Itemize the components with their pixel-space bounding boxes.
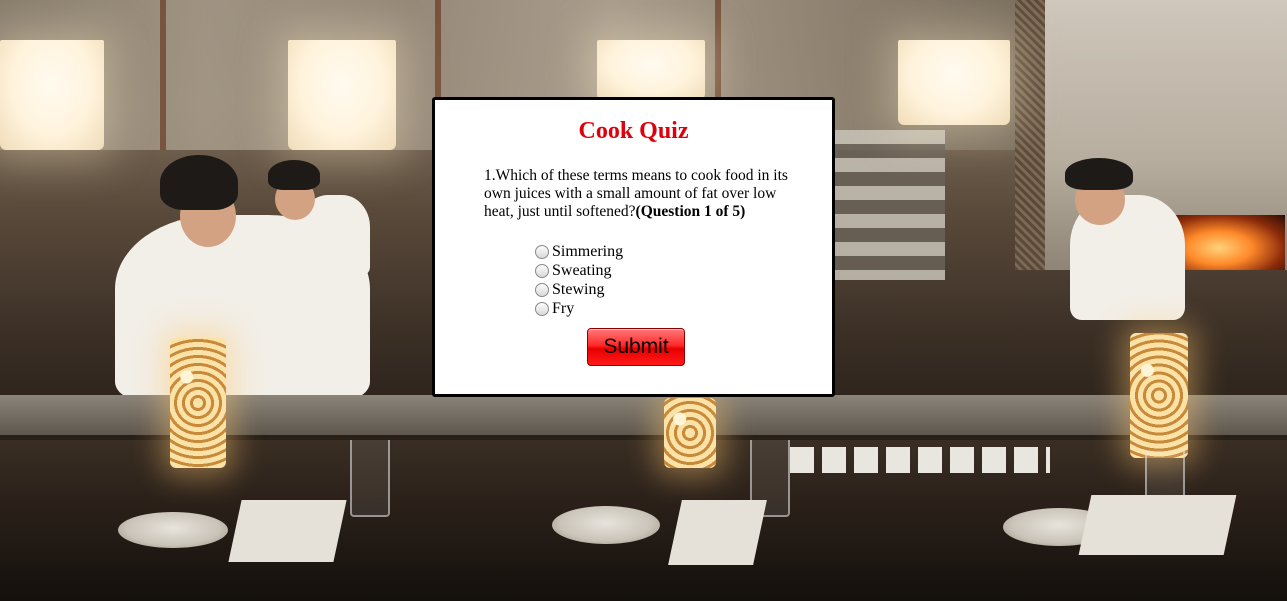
pendant-lamp (597, 40, 705, 100)
water-glass (350, 440, 390, 517)
option-stewing[interactable]: Stewing (535, 280, 623, 299)
napkin (228, 500, 347, 562)
ramekins-row (790, 447, 1050, 473)
plate-shelves (835, 130, 945, 280)
napkin (1078, 495, 1237, 555)
option-simmering[interactable]: Simmering (535, 242, 623, 261)
option-label: Simmering (552, 242, 624, 260)
plate (118, 512, 228, 548)
plate (552, 506, 660, 544)
hood-stripe (160, 0, 166, 150)
chef-hat (160, 155, 238, 210)
candle-lamp (664, 398, 716, 468)
quiz-dialog: Cook Quiz 1.Which of these terms means t… (432, 97, 835, 397)
candle-lamp (1130, 333, 1188, 458)
napkin (668, 500, 767, 565)
chef-hat (268, 160, 320, 190)
chef-hat (1065, 158, 1133, 190)
candle-lamp (170, 338, 226, 468)
pendant-lamp (898, 40, 1010, 125)
radio-button[interactable] (535, 282, 549, 297)
pendant-lamp (288, 40, 396, 150)
quiz-title: Cook Quiz (578, 118, 689, 144)
option-label: Stewing (552, 280, 605, 298)
radio-button[interactable] (535, 244, 549, 259)
oven-fire (1175, 215, 1285, 270)
answer-options: Simmering Sweating Stewing Fry (535, 242, 623, 318)
option-label: Sweating (552, 261, 612, 279)
option-sweating[interactable]: Sweating (535, 261, 623, 280)
option-label: Fry (552, 299, 575, 317)
question-progress: (Question 1 of 5) (635, 203, 746, 220)
pendant-lamp (0, 40, 104, 150)
radio-button[interactable] (535, 263, 549, 278)
radio-button[interactable] (535, 301, 549, 316)
option-fry[interactable]: Fry (535, 299, 623, 318)
mosaic-column (1015, 0, 1045, 270)
question-text: 1.Which of these terms means to cook foo… (484, 167, 794, 221)
submit-button[interactable]: Submit (587, 328, 685, 366)
